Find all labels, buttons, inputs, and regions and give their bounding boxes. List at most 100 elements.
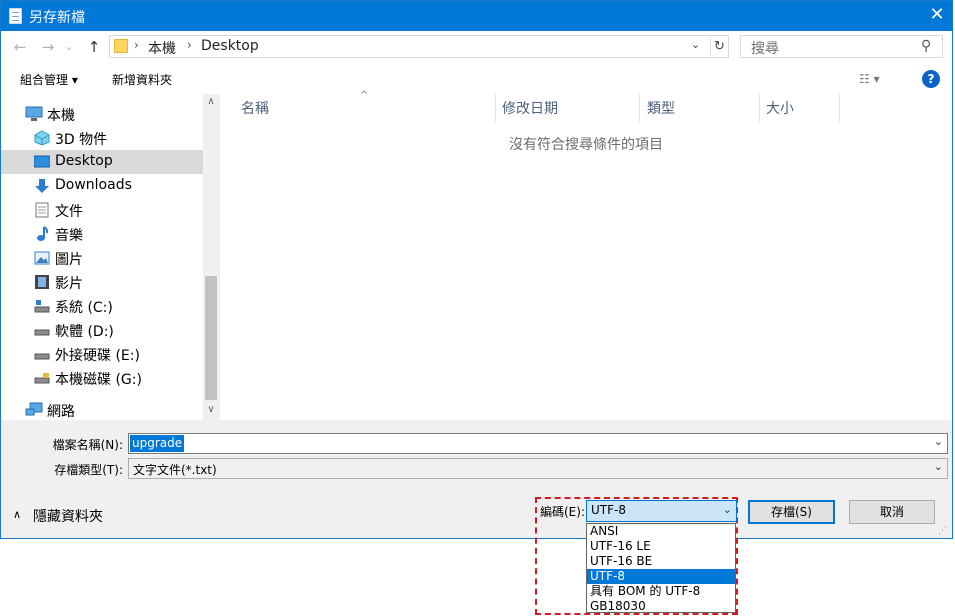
scroll-up-icon[interactable]: ∧ <box>203 96 219 107</box>
breadcrumb-this-pc[interactable]: 本機 <box>148 38 176 58</box>
column-divider[interactable] <box>639 94 640 122</box>
sidebar-item-pictures[interactable]: 圖片 <box>1 246 203 270</box>
computer-icon <box>25 106 43 122</box>
download-arrow-icon <box>34 178 50 194</box>
save-as-dialog: 另存新檔 ✕ ← → ⌄ ↑ › 本機 › Desktop ⌄ ↻ 搜尋 ⚲ 組… <box>0 0 953 539</box>
picture-icon <box>34 250 50 266</box>
sidebar-item-label: 本機 <box>47 108 75 124</box>
sidebar-item-this-pc[interactable]: 本機 <box>1 102 203 126</box>
drive-icon <box>34 346 50 362</box>
sidebar-item-label: 3D 物件 <box>55 132 108 148</box>
encoding-dropdown-list: ANSI UTF-16 LE UTF-16 BE UTF-8 具有 BOM 的 … <box>586 523 736 613</box>
column-divider[interactable] <box>759 94 760 122</box>
filename-label: 檔案名稱(N): <box>52 438 123 452</box>
column-header-name[interactable]: 名稱 <box>241 98 269 118</box>
sidebar-item-downloads[interactable]: Downloads <box>1 174 203 198</box>
drive-icon <box>34 322 50 338</box>
close-button[interactable]: ✕ <box>922 1 952 31</box>
encoding-option-utf8[interactable]: UTF-8 <box>587 569 735 584</box>
file-list: 名稱 ^ 修改日期 類型 大小 沒有符合搜尋條件的項目 <box>220 90 952 420</box>
column-header-size[interactable]: 大小 <box>766 98 794 118</box>
sidebar-item-label: 本機磁碟 (G:) <box>55 372 142 388</box>
encoding-select[interactable]: UTF-8 ⌄ <box>586 500 737 522</box>
sidebar-item-network[interactable]: 網路 <box>1 398 203 422</box>
save-button[interactable]: 存檔(S) <box>748 500 835 524</box>
search-icon: ⚲ <box>921 38 932 54</box>
sidebar-item-label: 影片 <box>55 276 83 292</box>
filetype-label: 存檔類型(T): <box>54 463 123 477</box>
title-bar: 另存新檔 ✕ <box>1 1 952 31</box>
column-divider[interactable] <box>495 94 496 122</box>
sidebar-item-desktop[interactable]: Desktop <box>1 150 203 174</box>
encoding-value: UTF-8 <box>591 503 626 517</box>
search-input[interactable]: 搜尋 ⚲ <box>740 35 943 58</box>
sidebar-item-drive-d[interactable]: 軟體 (D:) <box>1 318 203 342</box>
breadcrumb-desktop[interactable]: Desktop <box>201 38 259 54</box>
back-arrow-icon[interactable]: ← <box>11 37 29 57</box>
command-bar: 組合管理 ▾ 新增資料夾 ☷ ▾ ? <box>1 63 952 94</box>
chevron-down-icon[interactable]: ⌄ <box>934 460 943 473</box>
cancel-button[interactable]: 取消 <box>849 500 935 524</box>
sidebar-item-drive-g[interactable]: 本機磁碟 (G:) <box>1 366 203 390</box>
sidebar-item-label: 文件 <box>55 204 83 220</box>
system-drive-icon <box>34 298 50 314</box>
breadcrumb-separator: › <box>134 38 139 52</box>
breadcrumb-separator: › <box>187 38 192 52</box>
sidebar-item-drive-c[interactable]: 系統 (C:) <box>1 294 203 318</box>
sidebar-item-label: 音樂 <box>55 228 83 244</box>
column-header-type[interactable]: 類型 <box>647 98 675 118</box>
sidebar-item-label: 系統 (C:) <box>55 300 113 316</box>
notepad-icon <box>9 8 22 24</box>
address-bar[interactable]: › 本機 › Desktop ⌄ ↻ <box>109 35 729 58</box>
help-icon[interactable]: ? <box>922 70 940 88</box>
document-icon <box>34 202 50 218</box>
filename-value: upgrade <box>130 435 185 452</box>
sidebar-item-documents[interactable]: 文件 <box>1 198 203 222</box>
sidebar-item-music[interactable]: 音樂 <box>1 222 203 246</box>
encoding-option-utf16le[interactable]: UTF-16 LE <box>587 539 735 554</box>
forward-arrow-icon[interactable]: → <box>39 37 57 57</box>
sidebar-item-3d-objects[interactable]: 3D 物件 <box>1 126 203 150</box>
encoding-option-ansi[interactable]: ANSI <box>587 524 735 539</box>
recent-locations-icon[interactable]: ⌄ <box>63 37 75 57</box>
sidebar-item-label: 圖片 <box>55 252 83 268</box>
window-title: 另存新檔 <box>29 10 85 26</box>
new-folder-button[interactable]: 新增資料夾 <box>112 71 172 88</box>
encoding-option-gb18030[interactable]: GB18030 <box>587 599 735 614</box>
encoding-option-utf8-bom[interactable]: 具有 BOM 的 UTF-8 <box>587 584 735 599</box>
encoding-option-utf16be[interactable]: UTF-16 BE <box>587 554 735 569</box>
resize-grip-icon[interactable]: ⋰ <box>938 526 947 536</box>
scrollbar-thumb[interactable] <box>205 276 217 400</box>
music-note-icon <box>34 226 50 242</box>
view-options-icon[interactable]: ☷ ▾ <box>859 72 880 86</box>
chevron-up-icon[interactable]: ∧ <box>13 508 21 521</box>
refresh-icon[interactable]: ↻ <box>710 37 728 56</box>
chevron-down-icon[interactable]: ⌄ <box>934 435 943 448</box>
column-divider[interactable] <box>839 94 840 122</box>
sidebar-item-label: Desktop <box>55 153 113 169</box>
navigation-pane: 本機 3D 物件 Desktop Downloads 文件 音樂 圖片 影片 系… <box>1 94 219 420</box>
hide-folders-toggle[interactable]: 隱藏資料夾 <box>33 506 103 526</box>
sidebar-item-label: 外接硬碟 (E:) <box>55 348 140 364</box>
chevron-down-icon[interactable]: ⌄ <box>691 38 700 51</box>
up-arrow-icon[interactable]: ↑ <box>85 37 103 57</box>
filetype-select[interactable]: 文字文件(*.txt) ⌄ <box>128 458 948 479</box>
column-header-date-modified[interactable]: 修改日期 <box>502 98 558 118</box>
sidebar-item-label: 網路 <box>47 404 75 420</box>
sidebar-item-label: 軟體 (D:) <box>55 324 114 340</box>
sidebar-scrollbar[interactable]: ∧ ∨ <box>203 94 219 420</box>
film-icon <box>34 274 50 290</box>
cube-icon <box>34 130 50 146</box>
organize-button[interactable]: 組合管理 ▾ <box>20 71 78 88</box>
sidebar-item-videos[interactable]: 影片 <box>1 270 203 294</box>
sort-ascending-icon: ^ <box>360 90 369 101</box>
chevron-down-icon[interactable]: ⌄ <box>723 503 732 516</box>
folder-icon <box>114 39 128 53</box>
sidebar-item-drive-e[interactable]: 外接硬碟 (E:) <box>1 342 203 366</box>
filetype-value: 文字文件(*.txt) <box>133 463 217 477</box>
scroll-down-icon[interactable]: ∨ <box>203 404 219 415</box>
desktop-icon <box>33 154 51 170</box>
empty-list-message: 沒有符合搜尋條件的項目 <box>509 137 663 153</box>
sidebar-item-label: Downloads <box>55 177 132 193</box>
filename-input[interactable]: upgrade ⌄ <box>128 433 948 454</box>
